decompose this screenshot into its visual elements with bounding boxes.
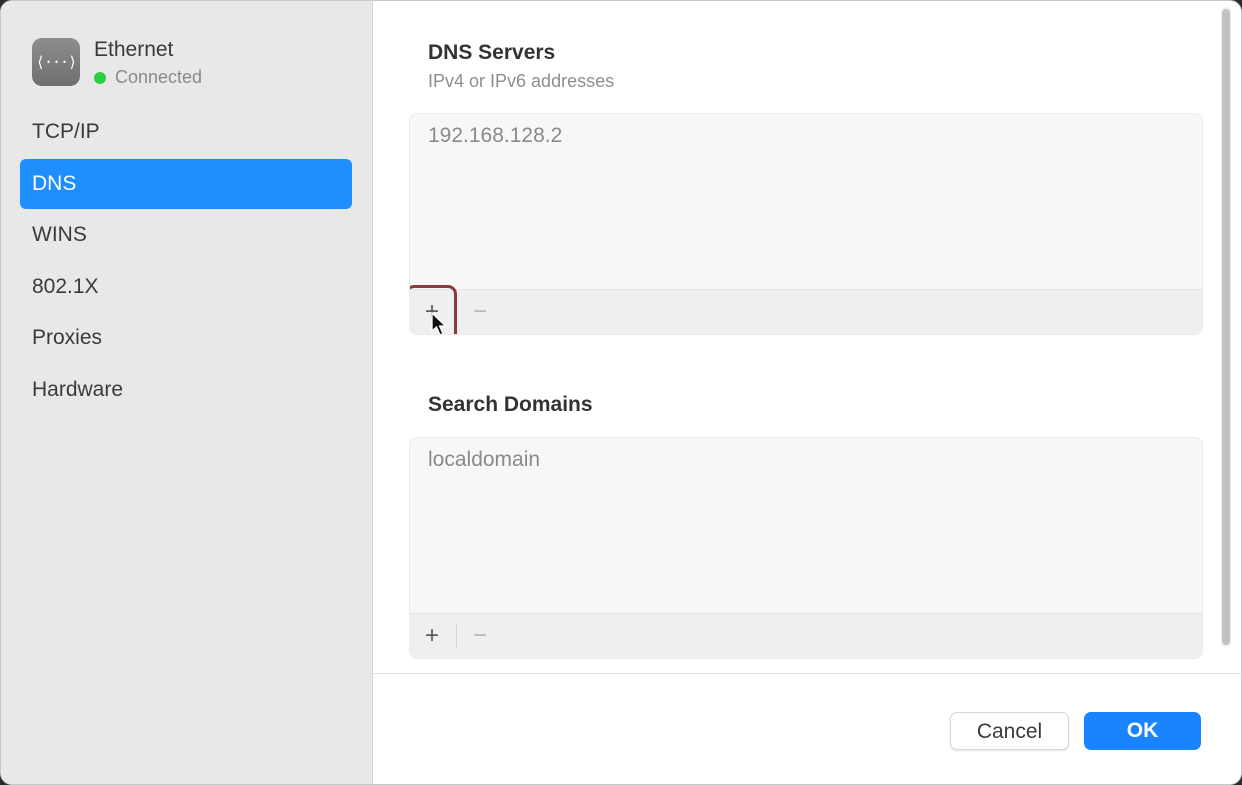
search-domains-toolbar: + −	[410, 613, 1202, 658]
scrollbar[interactable]	[1221, 7, 1231, 647]
sidebar-item-8021x[interactable]: 802.1X	[20, 262, 352, 312]
interface-status-label: Connected	[115, 67, 203, 87]
dialog-footer: Cancel OK	[373, 673, 1241, 784]
list-item[interactable]: localdomain	[428, 448, 540, 472]
remove-search-domain-button[interactable]: −	[458, 614, 502, 658]
dns-servers-title: DNS Servers	[428, 41, 556, 64]
sidebar-nav: TCP/IP DNS WINS 802.1X Proxies Hardware	[20, 107, 352, 416]
search-domains-list[interactable]: localdomain + −	[409, 437, 1203, 659]
network-dns-dialog: ⟨···⟩ Ethernet Connected TCP/IP DNS WINS…	[0, 0, 1242, 785]
sidebar-item-tcpip[interactable]: TCP/IP	[20, 107, 352, 157]
status-dot-icon	[94, 71, 106, 84]
interface-name: Ethernet	[94, 38, 174, 61]
ok-button[interactable]: OK	[1084, 712, 1201, 750]
interface-header: ⟨···⟩ Ethernet Connected	[32, 38, 352, 90]
dns-servers-toolbar: + −	[410, 285, 1202, 334]
ethernet-icon: ⟨···⟩	[32, 38, 80, 86]
sidebar-item-wins[interactable]: WINS	[20, 210, 352, 260]
sidebar-item-hardware[interactable]: Hardware	[20, 365, 352, 415]
scrollbar-thumb[interactable]	[1222, 9, 1230, 645]
mouse-pointer-icon	[431, 312, 447, 334]
search-domains-title: Search Domains	[428, 393, 593, 416]
main-panel: DNS Servers IPv4 or IPv6 addresses 192.1…	[373, 1, 1241, 784]
dns-servers-list[interactable]: 192.168.128.2 + −	[409, 113, 1203, 335]
sidebar: ⟨···⟩ Ethernet Connected TCP/IP DNS WINS…	[1, 1, 373, 784]
toolbar-divider	[456, 624, 457, 648]
list-item[interactable]: 192.168.128.2	[428, 124, 562, 148]
interface-status: Connected	[94, 67, 202, 88]
sidebar-item-proxies[interactable]: Proxies	[20, 313, 352, 363]
dns-servers-subtitle: IPv4 or IPv6 addresses	[428, 71, 615, 91]
add-search-domain-button[interactable]: +	[410, 614, 454, 658]
remove-dns-server-button[interactable]: −	[458, 290, 502, 334]
sidebar-item-dns[interactable]: DNS	[20, 158, 352, 209]
cancel-button[interactable]: Cancel	[950, 712, 1069, 750]
